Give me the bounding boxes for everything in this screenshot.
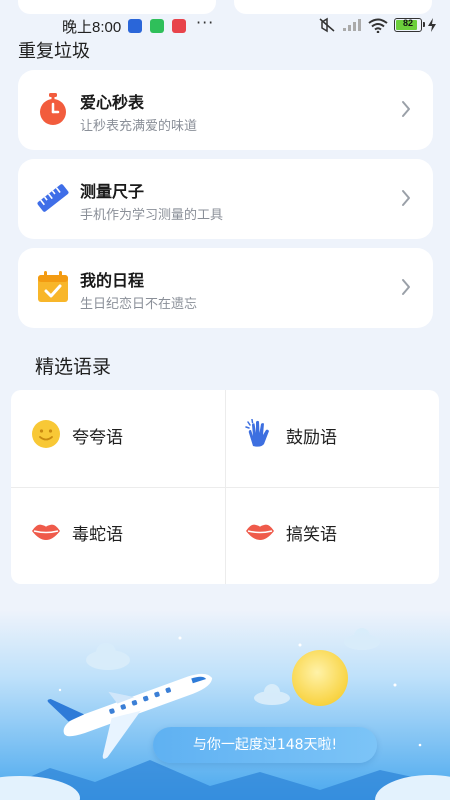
sun-shape xyxy=(292,650,348,706)
quote-label: 毒蛇语 xyxy=(72,525,123,545)
battery-level: 82 xyxy=(402,18,413,28)
chevron-right-icon xyxy=(402,190,410,206)
tool-card-ruler[interactable]: 测量尺子 手机作为学习测量的工具 xyxy=(18,159,433,239)
quote-label: 搞笑语 xyxy=(286,525,337,545)
calendar-icon xyxy=(38,271,68,302)
section-title-quotes: 精选语录 xyxy=(35,356,112,378)
days-together-banner[interactable]: 与你一起度过148天啦! xyxy=(153,727,377,763)
stopwatch-icon xyxy=(40,93,66,125)
charging-icon xyxy=(428,18,436,32)
notification-app-icon xyxy=(128,19,142,33)
lips-icon xyxy=(32,524,60,540)
quote-item-encourage[interactable]: 鼓励语 xyxy=(225,390,439,487)
wifi-icon xyxy=(368,18,388,33)
quote-label: 鼓励语 xyxy=(286,428,337,448)
battery-icon: 82 xyxy=(394,18,425,32)
tool-subtitle: 让秒表充满爱的味道 xyxy=(80,119,198,134)
status-time: 晚上8:00 xyxy=(62,19,122,36)
lips-icon xyxy=(246,524,274,540)
clapping-hands-icon xyxy=(245,419,269,447)
chevron-right-icon xyxy=(402,101,410,117)
quote-item-praise[interactable]: 夸夸语 xyxy=(11,390,225,487)
tool-title: 测量尺子 xyxy=(80,182,145,201)
chevron-right-icon xyxy=(402,279,410,295)
tool-subtitle: 生日纪恋日不在遗忘 xyxy=(80,297,198,312)
mute-vibrate-icon xyxy=(319,17,335,33)
tool-title: 我的日程 xyxy=(80,271,145,290)
quote-item-funny[interactable]: 搞笑语 xyxy=(225,487,439,584)
smiley-icon xyxy=(32,420,60,448)
quote-item-sarcasm[interactable]: 毒蛇语 xyxy=(11,487,225,584)
notification-shop-icon xyxy=(172,19,186,33)
ruler-icon xyxy=(37,184,69,212)
previous-card-right xyxy=(234,0,432,14)
notification-wechat-icon xyxy=(150,19,164,33)
tool-title: 爱心秒表 xyxy=(80,93,145,112)
banner-illustration xyxy=(0,610,450,800)
section-title-trash: 重复垃圾 xyxy=(18,41,90,62)
tool-card-calendar[interactable]: 我的日程 生日纪恋日不在遗忘 xyxy=(18,248,433,328)
tool-card-stopwatch[interactable]: 爱心秒表 让秒表充满爱的味道 xyxy=(18,70,433,150)
quotes-grid: 夸夸语 鼓励语 毒蛇语 搞笑语 xyxy=(11,390,439,584)
more-notifications-icon: ··· xyxy=(196,13,215,32)
quote-label: 夸夸语 xyxy=(72,428,123,448)
previous-card-left xyxy=(18,0,216,14)
tool-subtitle: 手机作为学习测量的工具 xyxy=(80,208,224,223)
signal-icon xyxy=(343,19,361,31)
